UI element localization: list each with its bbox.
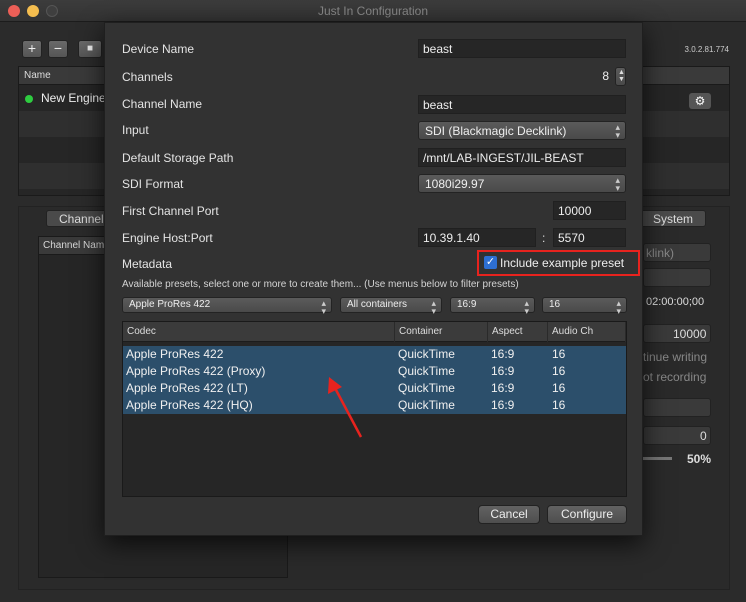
annotation-arrow-icon xyxy=(328,377,363,438)
